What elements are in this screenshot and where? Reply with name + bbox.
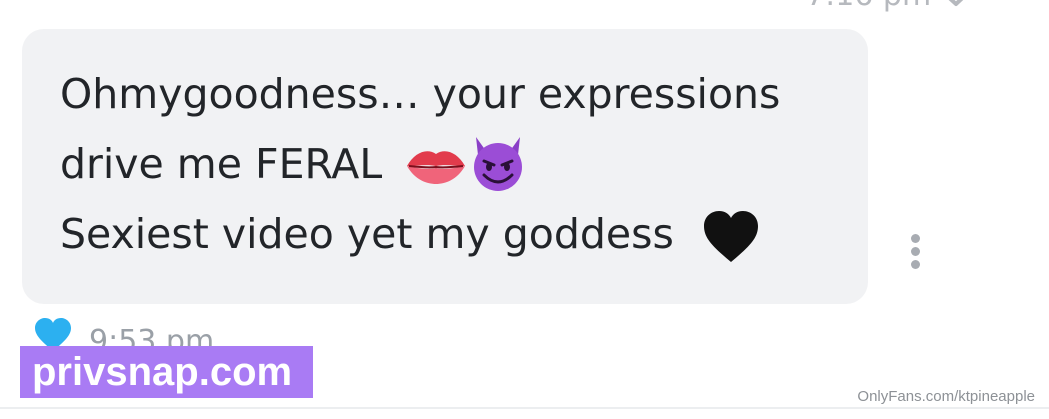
message-line-3: Sexiest video yet my goddess [60, 210, 674, 258]
black-heart-emoji [704, 211, 758, 262]
watermark-label: privsnap.com [20, 346, 313, 398]
divider [0, 407, 1049, 409]
check-icon [948, 0, 964, 6]
message-line-1: Ohmygoodness… your expressions [60, 70, 781, 118]
previous-message-time: 7:16 pm [806, 0, 931, 13]
message-line-2: drive me FERAL [60, 140, 383, 188]
smiling-devil-emoji [474, 137, 522, 191]
more-vertical-icon[interactable] [906, 232, 926, 272]
lips-emoji [407, 151, 465, 184]
source-credit: OnlyFans.com/ktpineapple [857, 388, 1035, 405]
